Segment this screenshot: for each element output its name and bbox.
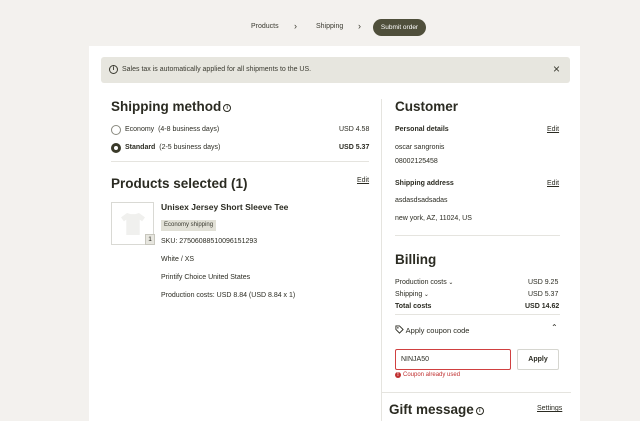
product-sku: SKU: 27506088510096151293 xyxy=(161,238,258,245)
breadcrumb-shipping[interactable]: Shipping xyxy=(316,23,343,30)
breadcrumb-submit-order[interactable]: Submit order xyxy=(373,19,426,36)
shipping-option-standard[interactable]: Standard (2-5 business days) xyxy=(125,144,220,151)
product-name: Unisex Jersey Short Sleeve Tee xyxy=(161,202,289,212)
tshirt-image xyxy=(121,213,145,235)
coupon-code-input[interactable]: NINJA50 xyxy=(395,349,511,370)
standard-label: Standard xyxy=(125,144,156,151)
product-variant: White / XS xyxy=(161,256,195,263)
divider xyxy=(111,161,369,162)
info-icon[interactable]: i xyxy=(223,104,232,112)
gift-message-heading: Gift message xyxy=(389,402,474,417)
apply-coupon-button[interactable]: Apply xyxy=(517,349,559,370)
info-icon[interactable]: i xyxy=(475,407,484,415)
shipping-costs-value: USD 5.37 xyxy=(528,291,559,298)
economy-detail: (4-8 business days) xyxy=(158,126,220,133)
coupon-error-message: Coupon already used xyxy=(403,372,461,378)
personal-details-edit-link[interactable]: Edit xyxy=(547,126,559,133)
chevron-right-icon: › xyxy=(358,21,361,31)
product-cost: Production costs: USD 8.84 (USD 8.84 x 1… xyxy=(161,292,296,299)
total-costs-label: Total costs xyxy=(395,303,432,310)
products-edit-link[interactable]: Edit xyxy=(357,177,369,184)
order-card: i Sales tax is automatically applied for… xyxy=(89,46,580,421)
divider xyxy=(381,392,571,393)
customer-title: Customer xyxy=(395,99,459,114)
radio-economy[interactable] xyxy=(111,125,121,135)
radio-standard[interactable] xyxy=(111,143,121,153)
notice-text: Sales tax is automatically applied for a… xyxy=(122,65,312,73)
shipping-badge: Economy shipping xyxy=(161,220,217,231)
address-line: asdasdsadsadas xyxy=(395,197,448,204)
city-line: new york, AZ, 11024, US xyxy=(395,215,472,222)
divider xyxy=(395,235,560,236)
coupon-toggle-label: Apply coupon code xyxy=(405,326,470,335)
gift-message-title: Gift message i xyxy=(389,402,484,417)
close-icon[interactable]: × xyxy=(553,62,560,76)
breadcrumb: Products › Shipping › Submit order xyxy=(0,19,640,37)
chevron-down-icon: ⌄ xyxy=(422,292,429,298)
shipping-method-title: Shipping method i xyxy=(111,99,232,114)
coupon-toggle[interactable]: Apply coupon code xyxy=(395,325,469,335)
shipping-costs-toggle[interactable]: Shipping ⌄ xyxy=(395,291,429,298)
shipping-address-edit-link[interactable]: Edit xyxy=(547,180,559,187)
column-divider xyxy=(381,99,382,421)
chevron-down-icon: ⌄ xyxy=(446,280,454,286)
sales-tax-notice: i Sales tax is automatically applied for… xyxy=(101,57,570,83)
shipping-method-heading: Shipping method xyxy=(111,99,222,114)
gift-settings-link[interactable]: Settings xyxy=(537,405,562,412)
economy-label: Economy xyxy=(125,126,155,133)
production-costs-label: Production costs xyxy=(395,279,447,286)
products-selected-title: Products selected (1) xyxy=(111,176,248,191)
error-icon: ! xyxy=(395,372,401,378)
tag-icon xyxy=(395,325,404,334)
chevron-up-icon[interactable]: ⌃ xyxy=(551,323,558,332)
standard-price: USD 5.37 xyxy=(339,144,370,151)
standard-detail: (2-5 business days) xyxy=(159,144,221,151)
billing-title: Billing xyxy=(395,252,437,267)
customer-name: oscar sangronis xyxy=(395,144,445,151)
chevron-right-icon: › xyxy=(294,21,297,31)
production-costs-value: USD 9.25 xyxy=(528,279,559,286)
shipping-option-economy[interactable]: Economy (4-8 business days) xyxy=(125,126,219,133)
customer-phone: 08002125458 xyxy=(395,158,438,165)
production-costs-toggle[interactable]: Production costs ⌄ xyxy=(395,279,453,286)
personal-details-label: Personal details xyxy=(395,126,449,133)
product-provider: Printify Choice United States xyxy=(161,274,251,281)
quantity-badge: 1 xyxy=(145,234,155,245)
economy-price: USD 4.58 xyxy=(339,126,370,133)
shipping-address-label: Shipping address xyxy=(395,180,454,187)
divider xyxy=(395,314,560,315)
info-icon: i xyxy=(109,65,118,74)
shipping-costs-label: Shipping xyxy=(395,291,423,298)
total-costs-value: USD 14.62 xyxy=(525,303,560,310)
breadcrumb-products[interactable]: Products xyxy=(251,23,279,30)
